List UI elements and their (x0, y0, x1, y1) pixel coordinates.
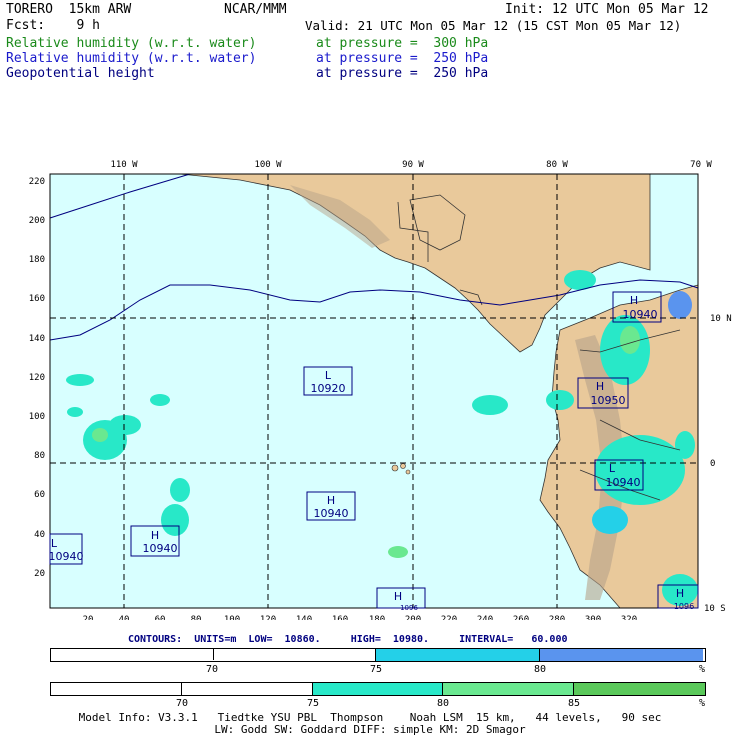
svg-text:H: H (630, 294, 638, 307)
x-tick-label: 220 (441, 615, 457, 620)
svg-text:10940: 10940 (606, 476, 641, 489)
rh-300-colorbar (50, 682, 706, 696)
galapagos-island (391, 464, 399, 472)
lat-label: 0 (710, 459, 715, 469)
contour-info: CONTOURS: UNITS=m LOW= 10860. HIGH= 1098… (128, 634, 568, 645)
model-info-line-2: LW: Godd SW: Goddard DIFF: simple KM: 2D… (214, 723, 526, 736)
field-1-name: Relative humidity (w.r.t. water) (6, 36, 257, 51)
colorbar-segment (182, 683, 313, 695)
x-tick-label: 260 (513, 615, 529, 620)
field-3-name: Geopotential height (6, 66, 155, 81)
colorbar-segment (51, 683, 182, 695)
colorbar-segment (313, 683, 443, 695)
colorbar-label: 85 (568, 698, 581, 709)
svg-text:10940: 10940 (314, 507, 349, 520)
x-tick-label: 140 (296, 615, 312, 620)
field-1-level: at pressure = 300 hPa (316, 36, 489, 51)
y-tick-label: 100 (29, 412, 45, 422)
colorbar-segment (376, 649, 540, 661)
colorbar-label: % (699, 698, 706, 709)
svg-text:10940: 10940 (143, 542, 178, 555)
y-tick-label: 20 (34, 569, 45, 579)
galapagos-island (400, 463, 406, 469)
svg-text:1096: 1096 (674, 602, 694, 611)
lat-label: 10 N (710, 314, 732, 324)
y-tick-label: 180 (29, 255, 45, 265)
y-tick-label: 140 (29, 334, 45, 344)
y-tick-label: 120 (29, 373, 45, 383)
colorbar-segment (540, 649, 703, 661)
y-tick-label: 160 (29, 294, 45, 304)
colorbar-label: 75 (370, 664, 383, 675)
y-tick-label: 60 (34, 490, 45, 500)
field-2-name: Relative humidity (w.r.t. water) (6, 51, 257, 66)
colorbar-segment (574, 683, 705, 695)
svg-text:H: H (394, 590, 402, 603)
x-tick-label: 180 (369, 615, 385, 620)
colorbar-segment (443, 683, 574, 695)
colorbar-segment (51, 649, 376, 661)
svg-text:H: H (676, 587, 684, 600)
init-time: Init: 12 UTC Mon 05 Mar 12 (505, 2, 709, 17)
lon-label: 110 W (110, 160, 138, 170)
colorbar-label: 80 (437, 698, 450, 709)
lon-label: 90 W (402, 160, 424, 170)
colorbar-label: 70 (206, 664, 219, 675)
x-tick-label: 320 (621, 615, 637, 620)
x-tick-label: 40 (119, 615, 130, 620)
svg-text:L: L (325, 369, 332, 382)
svg-text:10950: 10950 (591, 394, 626, 407)
forecast-map: 110 W 100 W 90 W 80 W 70 W 10 N 0 10 S 2… (29, 160, 732, 620)
x-tick-label: 300 (585, 615, 601, 620)
x-tick-label: 240 (477, 615, 493, 620)
x-tick-label: 160 (332, 615, 348, 620)
x-tick-label: 80 (191, 615, 202, 620)
y-tick-label: 40 (34, 530, 45, 540)
svg-text:H: H (327, 494, 335, 507)
field-3-level: at pressure = 250 hPa (316, 66, 489, 81)
svg-text:L: L (51, 537, 58, 550)
organization-label: NCAR/MMM (224, 2, 287, 17)
x-tick-label: 20 (83, 615, 94, 620)
colorbar-label: 75 (307, 698, 320, 709)
lon-label: 100 W (254, 160, 282, 170)
colorbar-label: % (699, 664, 706, 675)
model-title: TORERO 15km ARW (6, 2, 132, 17)
colorbar-label: 80 (534, 664, 547, 675)
valid-time: Valid: 21 UTC Mon 05 Mar 12 (15 CST Mon … (305, 18, 682, 33)
y-tick-label: 200 (29, 216, 45, 226)
lat-label: 10 S (704, 604, 726, 614)
x-tick-label: 100 (224, 615, 240, 620)
lon-label: 80 W (546, 160, 568, 170)
forecast-hour: Fcst: 9 h (6, 18, 100, 33)
y-tick-label: 220 (29, 177, 45, 187)
svg-text:L: L (609, 462, 616, 475)
y-tick-label: 80 (34, 451, 45, 461)
lon-label: 70 W (690, 160, 712, 170)
x-tick-label: 280 (549, 615, 565, 620)
svg-text:1096: 1096 (400, 604, 418, 612)
x-tick-label: 60 (155, 615, 166, 620)
x-tick-label: 120 (260, 615, 276, 620)
svg-text:H: H (151, 529, 159, 542)
svg-text:H: H (596, 380, 604, 393)
colorbar-label: 70 (176, 698, 189, 709)
x-tick-label: 200 (405, 615, 421, 620)
field-2-level: at pressure = 250 hPa (316, 51, 489, 66)
svg-text:10920: 10920 (311, 382, 346, 395)
svg-text:10940: 10940 (49, 550, 84, 563)
svg-text:10940: 10940 (623, 308, 658, 321)
galapagos-island (405, 469, 411, 475)
rh-250-colorbar (50, 648, 706, 662)
